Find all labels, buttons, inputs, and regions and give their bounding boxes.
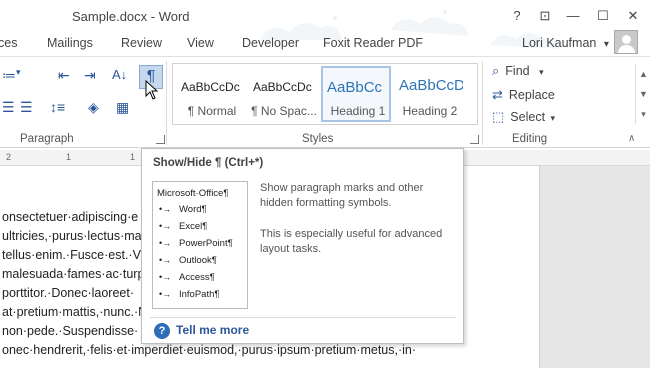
divider <box>482 61 483 145</box>
divider <box>166 61 167 145</box>
style-sample: AaBbCcD <box>399 77 463 94</box>
find-icon: ⌕ <box>492 63 500 78</box>
tab-review[interactable]: Review <box>121 36 162 50</box>
style-sample: AaBbCcDc <box>253 80 312 94</box>
tab-arrow-icon: •→ <box>159 221 172 231</box>
tab-view[interactable]: View <box>187 36 214 50</box>
preview-item: Excel¶ <box>179 221 208 232</box>
paragraph-dialog-launcher-icon[interactable] <box>156 135 165 144</box>
preview-item: Access¶ <box>179 272 215 283</box>
tab-foxit-reader-pdf[interactable]: Foxit Reader PDF <box>323 36 423 50</box>
preview-item: PowerPoint¶ <box>179 238 233 249</box>
close-button[interactable]: ✕ <box>622 6 644 26</box>
tab-arrow-icon: •→ <box>159 289 172 299</box>
ribbon-display-options-button[interactable]: ⊡ <box>534 6 556 26</box>
styles-scroll: ▲ ▼ ▾ <box>635 64 650 124</box>
document-line: onsectetuer·adipiscing·e <box>2 210 139 224</box>
ruler-mark: 1 <box>130 152 136 162</box>
style-name: ¶ Normal <box>187 104 237 118</box>
select-button[interactable]: ⬚ Select ▾ <box>492 109 555 125</box>
justify-extra-icon[interactable]: ☰ <box>20 99 33 116</box>
title-bar: Sample.docx - Word ? ⊡ — ☐ ✕ <box>0 0 650 49</box>
avatar[interactable] <box>614 30 638 54</box>
line-spacing-icon[interactable]: ↕≡ <box>50 99 65 115</box>
collapse-ribbon-icon[interactable]: ∧ <box>628 133 635 144</box>
tab-arrow-icon: •→ <box>159 272 172 282</box>
increase-indent-icon[interactable]: ⇥ <box>84 67 96 84</box>
style-name: Heading 1 <box>330 104 386 118</box>
document-line: porttitor.·Donec·laoreet· <box>2 286 135 300</box>
decrease-indent-icon[interactable]: ⇤ <box>58 67 70 84</box>
minimize-button[interactable]: — <box>562 6 584 26</box>
replace-label: Replace <box>508 88 555 102</box>
shading-icon[interactable]: ◈ <box>88 99 99 116</box>
tooltip-description: Show paragraph marks and other hidden fo… <box>260 182 424 209</box>
window-title: Sample.docx - Word <box>72 9 190 24</box>
style-sample: AaBbCc <box>327 79 383 96</box>
document-line: non·pede.·Suspendisse· <box>2 324 139 338</box>
tab-developer[interactable]: Developer <box>242 36 299 50</box>
style-heading-1[interactable]: AaBbCc Heading 1 <box>321 66 391 122</box>
mouse-pointer-icon <box>145 80 159 100</box>
tell-me-more-link[interactable]: ? Tell me more <box>154 323 249 339</box>
styles-gallery: AaBbCcDc ¶ Normal AaBbCcDc ¶ No Spac... … <box>172 63 648 125</box>
justify-icon[interactable]: ☰ <box>2 99 15 116</box>
maximize-button[interactable]: ☐ <box>592 6 614 26</box>
tooltip-description-extra: This is especially useful for advanced l… <box>260 228 443 255</box>
document-line: ultricies,·purus·lectus·ma <box>2 229 142 243</box>
ribbon: ≔ ▾ ⇤ ⇥ A↓ ☰ ☰ ↕≡ ◈ ▦ ¶ Paragraph AaBbCc… <box>0 56 650 148</box>
styles-group-label: Styles <box>302 133 334 145</box>
sort-icon[interactable]: A↓ <box>112 67 127 82</box>
replace-button[interactable]: ⇄ Replace <box>492 87 555 103</box>
style-name: Heading 2 <box>402 104 458 118</box>
show-hide-tooltip: Show/Hide ¶ (Ctrl+*) Microsoft·Office¶ •… <box>141 148 464 344</box>
styles-dialog-launcher-icon[interactable] <box>470 135 479 144</box>
tab-arrow-icon: •→ <box>159 204 172 214</box>
editing-group-label: Editing <box>512 133 548 145</box>
style-heading-2[interactable]: AaBbCcD Heading 2 <box>395 66 465 122</box>
document-line: at·pretium·mattis,·nunc.·N <box>2 305 148 319</box>
select-label: Select <box>510 110 546 124</box>
tab-mailings[interactable]: Mailings <box>47 36 93 50</box>
bullets-icon[interactable]: ≔ <box>2 67 16 84</box>
tooltip-preview-image: Microsoft·Office¶ •→ Word¶ •→ Excel¶ •→ … <box>152 181 248 309</box>
bullets-dropdown-icon[interactable]: ▾ <box>16 67 21 78</box>
style-normal[interactable]: AaBbCcDc ¶ Normal <box>177 66 247 122</box>
document-line: onec·hendrerit,·felis·et·imperdiet·euism… <box>2 343 417 357</box>
document-line: malesuada·fames·ac·turpi <box>2 267 148 281</box>
chevron-down-icon: ▾ <box>603 39 609 50</box>
paragraph-group-label: Paragraph <box>20 133 74 145</box>
chevron-down-icon: ▾ <box>550 113 556 123</box>
tooltip-title: Show/Hide ¶ (Ctrl+*) <box>153 157 264 169</box>
more-styles-icon[interactable]: ▾ <box>636 104 650 124</box>
user-name: Lori Kaufman <box>522 36 597 50</box>
chevron-down-icon: ▾ <box>539 67 544 77</box>
tab-arrow-icon: •→ <box>159 238 172 248</box>
help-icon: ? <box>154 323 170 339</box>
find-label: Find <box>505 64 530 78</box>
preview-item: Outlook¶ <box>179 255 217 266</box>
tab-references[interactable]: ces <box>0 36 17 50</box>
preview-heading: Microsoft·Office¶ <box>157 188 229 199</box>
find-button[interactable]: ⌕ Find ▾ <box>492 63 544 79</box>
borders-icon[interactable]: ▦ <box>116 99 129 116</box>
style-no-spacing[interactable]: AaBbCcDc ¶ No Spac... <box>249 66 319 122</box>
ruler-mark: 2 <box>6 152 12 162</box>
divider <box>150 317 456 318</box>
document-line: tellus·enim.·Fusce·est.·Viva <box>2 248 157 262</box>
ruler-mark: 1 <box>66 152 72 162</box>
user-account[interactable]: Lori Kaufman ▾ <box>522 36 609 50</box>
tell-me-more-label: Tell me more <box>176 323 250 338</box>
tab-arrow-icon: •→ <box>159 255 172 265</box>
replace-icon: ⇄ <box>492 87 503 102</box>
scroll-down-icon[interactable]: ▼ <box>636 84 650 104</box>
preview-item: Word¶ <box>179 204 207 215</box>
style-name: ¶ No Spac... <box>251 104 317 118</box>
preview-item: InfoPath¶ <box>179 289 220 300</box>
scroll-up-icon[interactable]: ▲ <box>636 64 650 84</box>
select-icon: ⬚ <box>492 109 505 124</box>
help-button[interactable]: ? <box>506 6 528 26</box>
style-sample: AaBbCcDc <box>181 80 240 94</box>
